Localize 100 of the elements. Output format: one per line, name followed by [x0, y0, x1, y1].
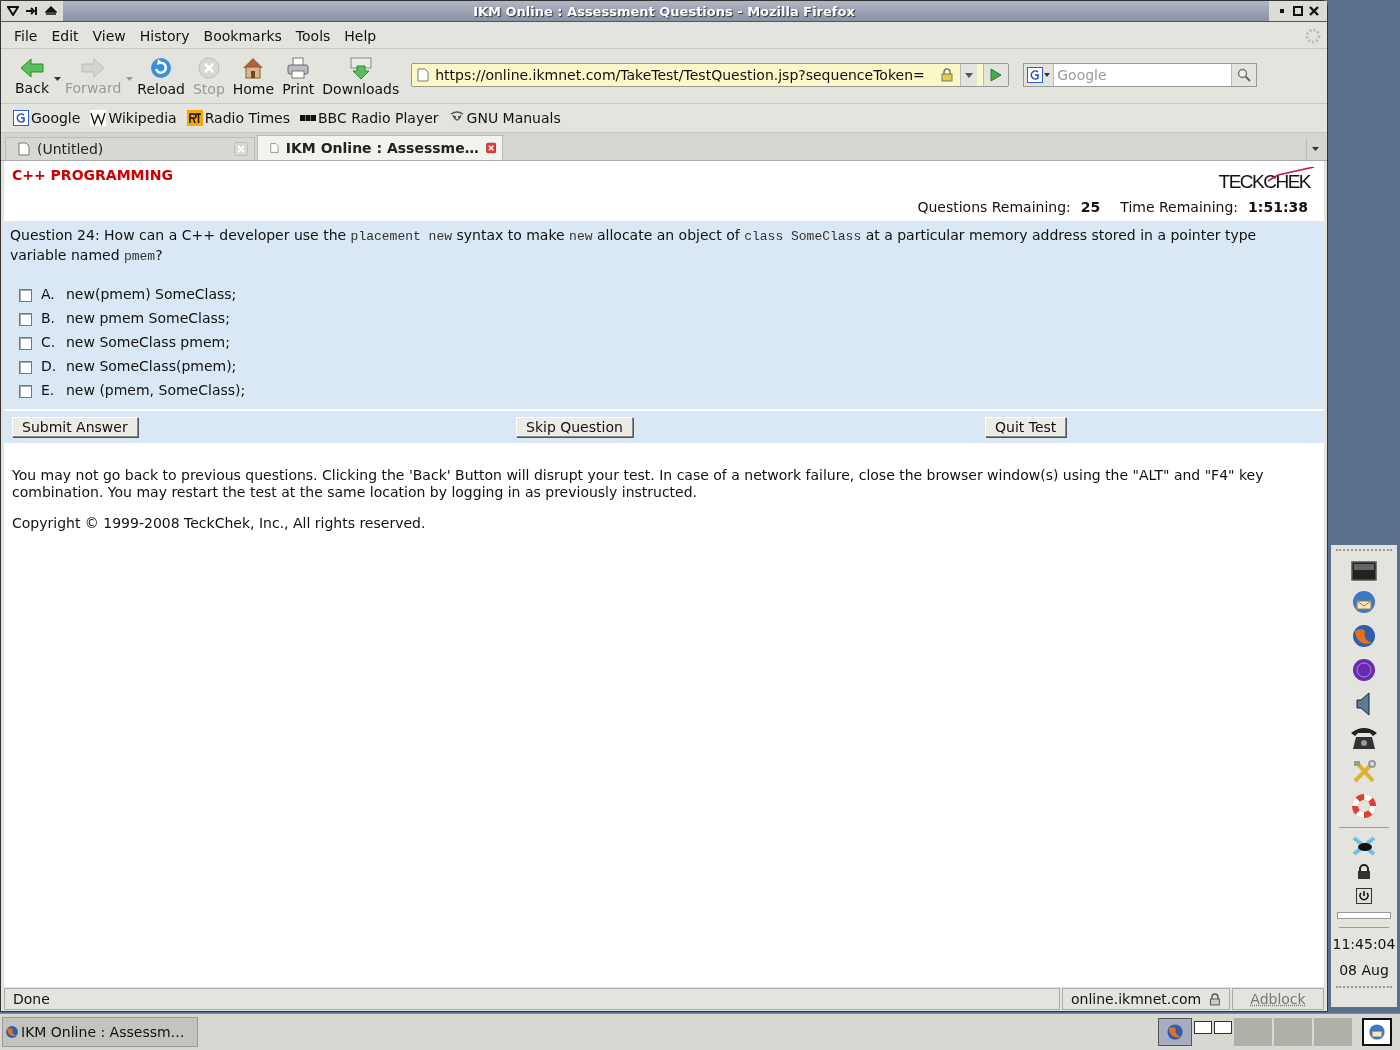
menu-item[interactable]: File: [7, 26, 45, 46]
letter-w-icon: [90, 110, 107, 126]
power-icon[interactable]: [1356, 888, 1372, 904]
reload-icon: [149, 55, 174, 80]
close-icon[interactable]: [1309, 6, 1319, 16]
dropdown-arrow-icon: [1044, 73, 1051, 77]
dropdown-arrow-icon: [965, 72, 974, 78]
tray-slot: [1274, 1018, 1312, 1046]
stop-icon: [196, 55, 221, 80]
browser-tab[interactable]: (Untitled): [5, 137, 255, 160]
stat-value: 25: [1080, 199, 1101, 215]
tray-slot: [1314, 1018, 1352, 1046]
option-letter: D.: [41, 358, 58, 374]
go-button[interactable]: [983, 64, 1009, 86]
stat-label: Questions Remaining:: [917, 199, 1071, 215]
taskbar-button[interactable]: IKM Online : Assessm…: [2, 1017, 198, 1047]
toolbar-button[interactable]: Back: [11, 54, 53, 98]
mail-globe-icon: [1368, 1023, 1386, 1041]
bookmark-link[interactable]: Google: [13, 110, 81, 126]
checkbox[interactable]: [19, 361, 32, 374]
meter-track: [1337, 912, 1391, 919]
checkbox[interactable]: [19, 337, 32, 350]
toolbar-button[interactable]: Print: [278, 53, 319, 99]
blocks-logo-icon: [300, 114, 316, 122]
app-logo-icon[interactable]: [1351, 657, 1377, 683]
telephone-icon[interactable]: [1349, 725, 1379, 751]
terminal-icon[interactable]: [1351, 561, 1377, 581]
padlock-icon: [1209, 992, 1221, 1006]
stat-label: Time Remaining:: [1120, 199, 1239, 215]
form-button[interactable]: Quit Test: [985, 417, 1067, 437]
option-text: new pmem SomeClass;: [66, 310, 230, 326]
stat-value: 1:51:38: [1248, 199, 1308, 215]
printer-icon: [286, 55, 311, 80]
minimize-icon[interactable]: [1277, 6, 1287, 16]
notice-text: You may not go back to previous questions. Clicking the 'Back' Button will disrupt your test. In case of a network failure, close the browser window(s) using the "ALT" and "F4" key combination. You may restart the test at the same location by logging in as previously instructed.: [12, 467, 1265, 501]
search-bar[interactable]: Google: [1023, 63, 1258, 87]
option-letter: E.: [41, 382, 56, 398]
download-icon: [348, 55, 373, 80]
rt-logo-icon: [186, 110, 203, 126]
play-arrow-icon: [990, 68, 1003, 82]
checkbox[interactable]: [19, 313, 32, 326]
option-text: new SomeClass pmem;: [66, 334, 230, 350]
padlock-icon: [940, 68, 955, 82]
toolbar-button[interactable]: Reload: [133, 53, 189, 99]
search-button[interactable]: [1231, 64, 1257, 86]
globe-icon[interactable]: [1351, 623, 1377, 649]
bookmark-link[interactable]: Radio Times: [186, 110, 290, 126]
bookmark-link[interactable]: Wikipedia: [90, 110, 177, 126]
letter-g-icon: [13, 110, 29, 126]
tray-slot: [1234, 1018, 1272, 1046]
checkbox[interactable]: [19, 385, 32, 398]
throbber-icon: [1305, 28, 1321, 44]
address-field[interactable]: https://online.ikmnet.com/TakeTest/TestQuestion.jsp?sequenceToken=: [411, 63, 1010, 87]
maximize-icon[interactable]: [1293, 6, 1303, 16]
url-history-button[interactable]: [960, 64, 978, 86]
option-letter: C.: [41, 334, 57, 350]
dropdown-arrow-icon: [1311, 147, 1319, 151]
lifebuoy-icon[interactable]: [1351, 793, 1377, 819]
toolbar-button[interactable]: Downloads: [318, 53, 404, 99]
page-icon: [270, 141, 279, 155]
option-letter: A.: [41, 286, 56, 302]
form-button[interactable]: Skip Question: [516, 417, 633, 437]
status-text: Done: [4, 988, 1060, 1010]
search-engine-button[interactable]: [1024, 64, 1055, 86]
option-text: new (pmem, SomeClass);: [66, 382, 246, 398]
padlock-icon[interactable]: [1357, 864, 1371, 880]
form-button[interactable]: Submit Answer: [12, 417, 138, 437]
search-icon: [1237, 68, 1252, 82]
company-logo: TECKCHEK: [1218, 167, 1316, 193]
menu-item[interactable]: View: [85, 26, 133, 46]
menu-item[interactable]: Edit: [44, 26, 86, 46]
left-arrow-icon: [19, 56, 45, 79]
checkbox[interactable]: [19, 289, 32, 302]
page-icon: [417, 68, 430, 82]
window-menu-icon[interactable]: [7, 6, 19, 16]
taskbar-launcher[interactable]: [1362, 1018, 1392, 1046]
shade-icon[interactable]: [25, 6, 39, 16]
bookmark-link[interactable]: BBC Radio Player: [300, 110, 439, 126]
menu-item[interactable]: History: [132, 26, 197, 46]
bookmark-link[interactable]: GNU Manuals: [448, 110, 561, 126]
clock-date: 08 Aug: [1339, 962, 1389, 978]
menu-item[interactable]: Help: [337, 26, 384, 46]
copyright-text: Copyright © 1999-2008 TeckChek, Inc., All rights reserved.: [12, 515, 427, 531]
roll-up-icon[interactable]: [45, 6, 57, 16]
browser-tab[interactable]: IKM Online : Assessme…: [257, 135, 503, 160]
adblock-button[interactable]: Adblock: [1232, 988, 1324, 1010]
dropdown-arrow-icon[interactable]: [54, 77, 61, 81]
house-icon: [241, 55, 266, 80]
menu-item[interactable]: Tools: [288, 26, 338, 46]
page-icon: [18, 142, 30, 156]
question-text: Question 24: How can a C++ developer use the placement new syntax to make new allocate an object of class SomeClass at a particular memory address stored in a pointer type variable named pmem?: [10, 226, 1258, 266]
toolbar-button[interactable]: Home: [228, 53, 279, 99]
globe-icon: [1166, 1023, 1184, 1041]
menu-item[interactable]: Bookmarks: [196, 26, 289, 46]
url-text: https://online.ikmnet.com/TakeTest/TestQuestion.jsp?sequenceToken=: [435, 67, 925, 83]
window-title: IKM Online : Assessment Questions - Mozilla Firefox: [473, 3, 855, 19]
mail-globe-icon[interactable]: [1351, 589, 1377, 615]
option-text: new(pmem) SomeClass;: [66, 286, 237, 302]
clock-time: 11:45:04: [1332, 936, 1396, 952]
domain-status: online.ikmnet.com: [1062, 988, 1230, 1010]
